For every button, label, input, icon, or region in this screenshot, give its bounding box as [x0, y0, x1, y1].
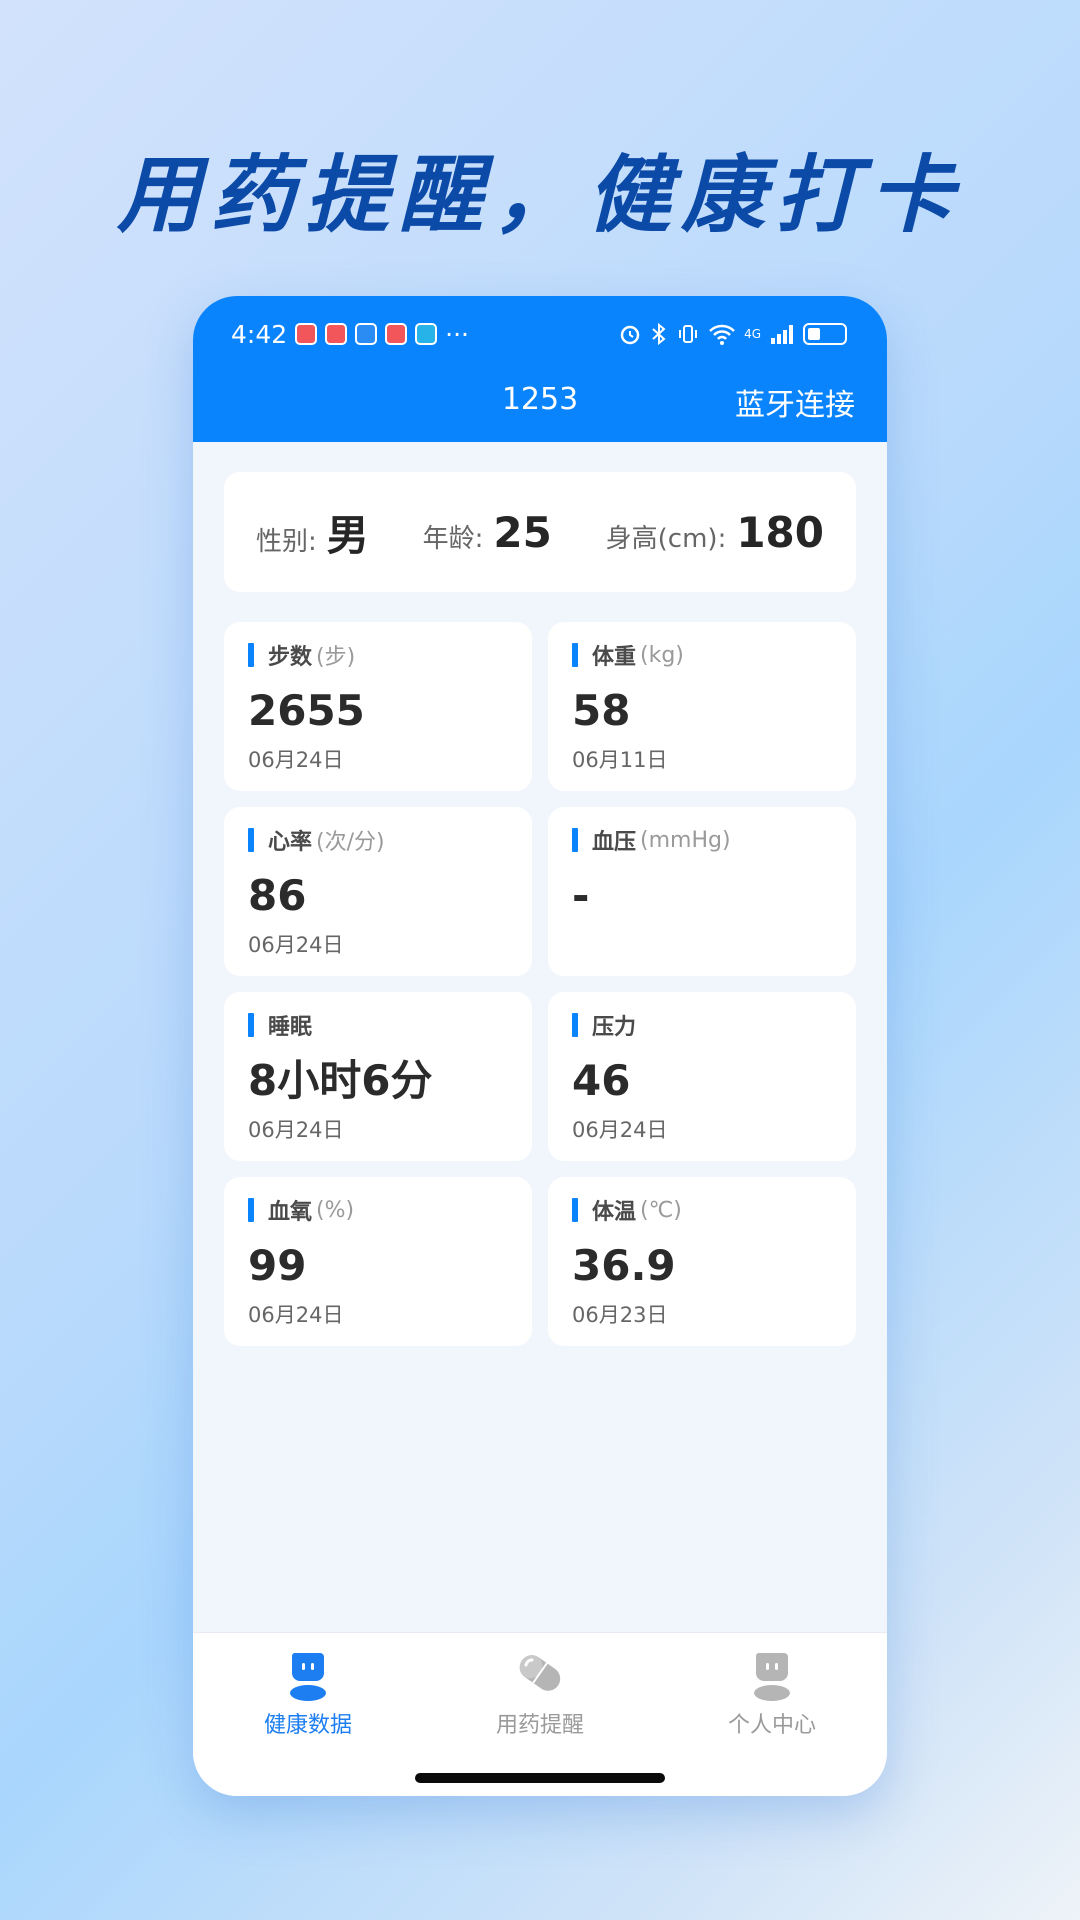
- height-field: 身高(cm): 180: [606, 508, 824, 557]
- metric-name: 血压: [592, 830, 637, 855]
- health-data-icon: [278, 1643, 338, 1703]
- metric-card-steps[interactable]: 步数 (步) 2655 06月24日: [224, 622, 532, 791]
- signal-icon: [771, 325, 793, 344]
- metric-name: 体重: [592, 645, 637, 670]
- metric-name: 睡眠: [268, 1015, 313, 1040]
- height-label: 身高(cm):: [605, 523, 727, 554]
- metric-date: 06月11日: [572, 748, 668, 772]
- metric-accent-bar: [248, 643, 254, 667]
- huawei-app-icon: [325, 323, 348, 345]
- browser-app-icon: [415, 323, 438, 345]
- metric-accent-bar: [572, 828, 578, 852]
- status-time: 4:42: [231, 319, 288, 349]
- metric-name: 步数: [268, 645, 313, 670]
- pill-icon: [510, 1643, 570, 1703]
- age-field: 年龄: 25: [423, 508, 552, 557]
- metric-date: 06月24日: [248, 1118, 344, 1142]
- metric-card-heart-rate[interactable]: 心率 (次/分) 86 06月24日: [224, 807, 532, 976]
- huawei-app-icon: [385, 323, 408, 345]
- metric-date: 06月24日: [248, 933, 344, 957]
- bird-app-icon: [355, 323, 378, 345]
- status-right: 4G: [618, 322, 847, 346]
- huawei-app-icon: [295, 323, 318, 345]
- metric-date: 06月24日: [572, 1118, 668, 1142]
- metric-date: 06月24日: [248, 1303, 344, 1327]
- bluetooth-icon: [652, 322, 666, 346]
- height-value: 180: [736, 507, 824, 557]
- wifi-icon: [709, 324, 735, 345]
- battery-icon: [803, 323, 847, 345]
- metric-card-blood-oxygen[interactable]: 血氧 (%) 99 06月24日: [224, 1177, 532, 1346]
- metric-unit: (%): [316, 1197, 355, 1223]
- metric-accent-bar: [572, 1198, 578, 1222]
- metric-unit: (步): [316, 645, 356, 670]
- promo-title: 用药提醒，健康打卡: [116, 146, 963, 244]
- tab-label: 个人中心: [727, 1713, 816, 1738]
- metric-card-weight[interactable]: 体重 (kg) 58 06月11日: [548, 622, 856, 791]
- network-type-label: 4G: [744, 327, 761, 341]
- tab-medication-reminder[interactable]: 用药提醒: [440, 1643, 640, 1739]
- metric-accent-bar: [248, 828, 254, 852]
- metric-value: 58: [572, 686, 631, 735]
- metric-value: 86: [248, 871, 307, 920]
- metric-unit: (kg): [640, 642, 684, 668]
- metric-accent-bar: [248, 1013, 254, 1037]
- bottom-tab-bar: 健康数据 用药提醒 个人中心: [193, 1632, 887, 1796]
- metric-card-body-temperature[interactable]: 体温 (℃) 36.9 06月23日: [548, 1177, 856, 1346]
- metric-value: 36.9: [572, 1241, 676, 1290]
- bluetooth-connect-button[interactable]: 蓝牙连接: [735, 380, 855, 424]
- status-bar: 4:42 ··· 4G: [193, 314, 887, 354]
- metric-accent-bar: [248, 1198, 254, 1222]
- metric-unit: (℃): [640, 1197, 682, 1223]
- metric-card-blood-pressure[interactable]: 血压 (mmHg) -: [548, 807, 856, 976]
- vibrate-icon: [679, 325, 698, 343]
- age-label: 年龄:: [422, 523, 484, 554]
- more-notifications-icon: ···: [445, 319, 469, 349]
- metric-card-stress[interactable]: 压力 46 06月24日: [548, 992, 856, 1161]
- tab-label: 健康数据: [263, 1713, 352, 1738]
- metric-date: 06月24日: [248, 748, 344, 772]
- metric-name: 心率: [268, 830, 313, 855]
- gender-field: 性别: 男: [256, 502, 369, 563]
- metric-name: 血氧: [268, 1200, 313, 1225]
- metric-value: 99: [248, 1241, 307, 1290]
- metric-unit: (mmHg): [640, 827, 731, 853]
- app-header: 4:42 ··· 4G 1253 蓝牙连接: [193, 296, 887, 442]
- phone-screen: 4:42 ··· 4G 1253 蓝牙连接 性别: 男 年龄: 25 身高(cm…: [193, 296, 887, 1796]
- metric-name: 体温: [592, 1200, 637, 1225]
- status-left: 4:42 ···: [231, 320, 469, 349]
- profile-card: 性别: 男 年龄: 25 身高(cm): 180: [224, 472, 856, 592]
- alarm-icon: [620, 325, 640, 345]
- tab-health-data[interactable]: 健康数据: [208, 1643, 408, 1739]
- tab-personal-center[interactable]: 个人中心: [672, 1643, 872, 1739]
- metric-value: 2655: [248, 686, 365, 735]
- nav-bar: 1253 蓝牙连接: [193, 374, 887, 434]
- metric-accent-bar: [572, 643, 578, 667]
- metric-value: 46: [572, 1056, 631, 1105]
- metrics-grid: 步数 (步) 2655 06月24日 体重 (kg) 58 06月11日 心率 (次/…: [224, 622, 856, 1346]
- home-indicator[interactable]: [415, 1773, 665, 1783]
- metric-card-sleep[interactable]: 睡眠 8小时6分 06月24日: [224, 992, 532, 1161]
- profile-icon: [742, 1643, 802, 1703]
- metric-date: 06月23日: [572, 1303, 668, 1327]
- tab-label: 用药提醒: [495, 1713, 584, 1738]
- metric-name: 压力: [592, 1015, 637, 1040]
- metric-unit: (次/分): [316, 830, 385, 855]
- metric-value: 8小时6分: [248, 1056, 433, 1105]
- gender-label: 性别:: [256, 526, 317, 557]
- metric-value: -: [572, 871, 590, 920]
- metric-accent-bar: [572, 1013, 578, 1037]
- gender-value: 男: [326, 510, 369, 560]
- age-value: 25: [493, 507, 552, 557]
